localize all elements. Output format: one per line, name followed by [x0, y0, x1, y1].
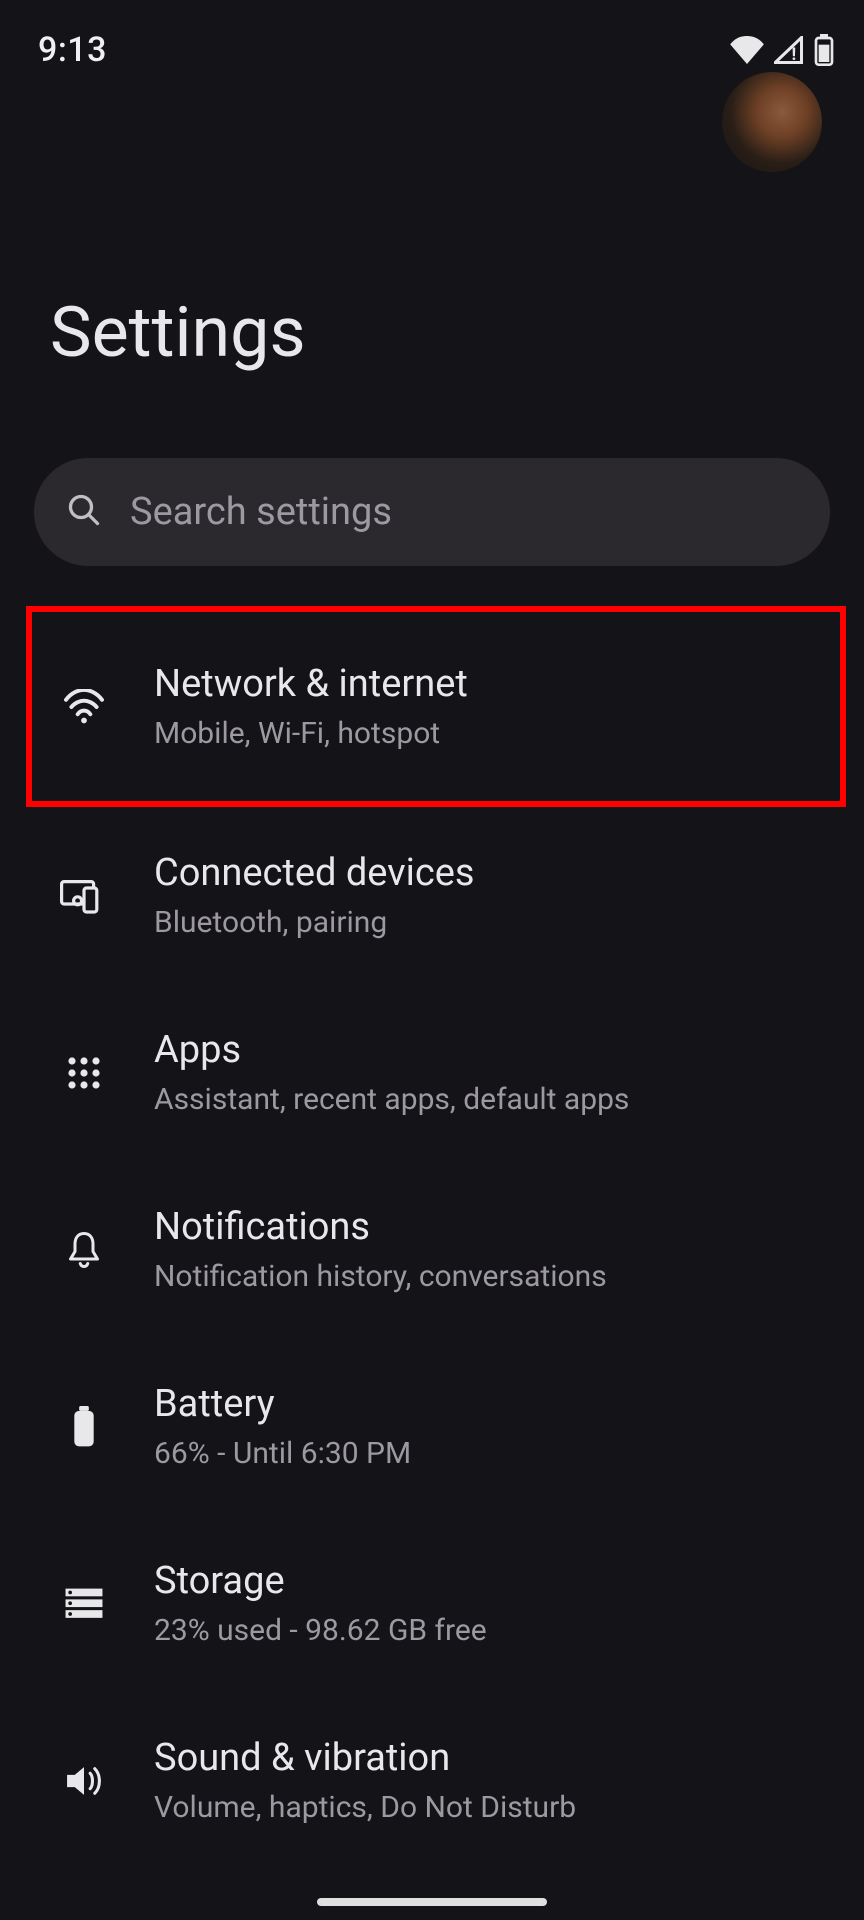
signal-icon: ! — [774, 36, 804, 64]
wifi-icon — [730, 36, 764, 64]
search-icon — [66, 492, 102, 532]
apps-icon — [54, 1055, 114, 1091]
sound-icon — [54, 1762, 114, 1800]
setting-title: Network & internet — [154, 662, 468, 706]
setting-title: Connected devices — [154, 851, 475, 895]
setting-title: Battery — [154, 1382, 411, 1426]
setting-title: Notifications — [154, 1205, 607, 1249]
setting-title: Apps — [154, 1028, 629, 1072]
settings-item-storage[interactable]: Storage 23% used - 98.62 GB free — [0, 1515, 864, 1692]
search-placeholder: Search settings — [130, 490, 392, 534]
devices-icon — [54, 878, 114, 914]
setting-subtitle: Assistant, recent apps, default apps — [154, 1082, 629, 1117]
battery-icon — [814, 34, 834, 66]
settings-item-apps[interactable]: Apps Assistant, recent apps, default app… — [0, 984, 864, 1161]
settings-item-connected-devices[interactable]: Connected devices Bluetooth, pairing — [0, 807, 864, 984]
setting-subtitle: Bluetooth, pairing — [154, 905, 475, 940]
header: Settings — [0, 72, 864, 414]
settings-item-network[interactable]: Network & internet Mobile, Wi-Fi, hotspo… — [0, 606, 864, 807]
setting-subtitle: Volume, haptics, Do Not Disturb — [154, 1790, 576, 1825]
setting-title: Sound & vibration — [154, 1736, 576, 1780]
battery-icon — [54, 1406, 114, 1448]
wifi-icon — [54, 689, 114, 725]
bell-icon — [54, 1230, 114, 1270]
settings-item-sound[interactable]: Sound & vibration Volume, haptics, Do No… — [0, 1692, 864, 1853]
status-bar: 9:13 ! — [0, 0, 864, 72]
settings-item-notifications[interactable]: Notifications Notification history, conv… — [0, 1161, 864, 1338]
setting-subtitle: Notification history, conversations — [154, 1259, 607, 1294]
setting-subtitle: 66% - Until 6:30 PM — [154, 1436, 411, 1471]
search-settings[interactable]: Search settings — [34, 458, 830, 566]
settings-item-battery[interactable]: Battery 66% - Until 6:30 PM — [0, 1338, 864, 1515]
status-time: 9:13 — [38, 30, 107, 70]
svg-text:!: ! — [792, 45, 797, 64]
status-icons: ! — [730, 34, 834, 66]
setting-subtitle: 23% used - 98.62 GB free — [154, 1613, 487, 1648]
page-title: Settings — [50, 292, 824, 374]
settings-list: Network & internet Mobile, Wi-Fi, hotspo… — [0, 606, 864, 1853]
setting-subtitle: Mobile, Wi-Fi, hotspot — [154, 716, 468, 751]
storage-icon — [54, 1586, 114, 1622]
setting-title: Storage — [154, 1559, 487, 1603]
navigation-handle[interactable] — [317, 1898, 547, 1906]
profile-avatar[interactable] — [722, 72, 822, 172]
